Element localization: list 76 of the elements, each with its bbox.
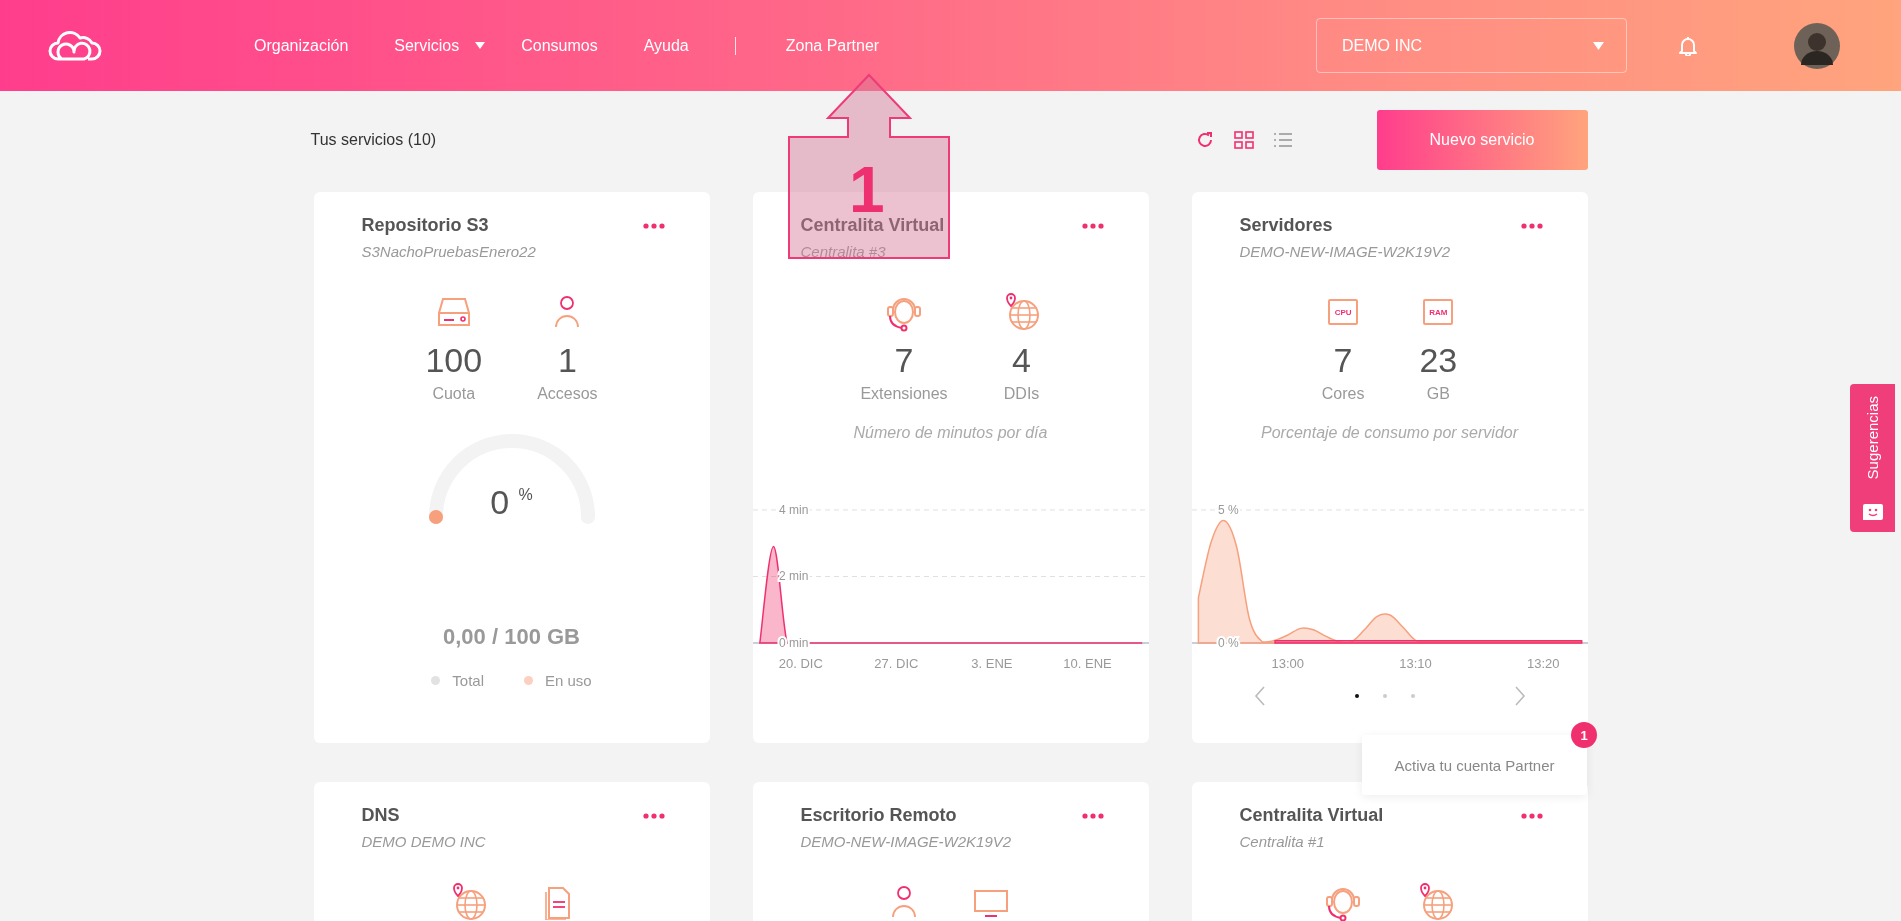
axis-label: 20. DIC <box>778 656 823 671</box>
stat-label: Extensiones <box>860 384 948 404</box>
user-icon <box>554 295 581 329</box>
card-title: DNS <box>361 804 401 826</box>
axis-label: 13:00 <box>1271 656 1304 671</box>
card-subtitle: DEMO DEMO INC <box>361 832 486 852</box>
legend-label: Total <box>452 672 484 689</box>
stat-value: 1 <box>557 340 577 380</box>
stat-label: Cores <box>1321 384 1365 404</box>
user-icon <box>891 885 917 919</box>
more-options-icon[interactable] <box>1081 813 1104 819</box>
stat-value: 100 <box>425 340 483 380</box>
chat-icon <box>1861 502 1884 522</box>
stat-label: DDIs <box>1003 384 1040 404</box>
chart-caption: Número de minutos por día <box>852 424 1049 442</box>
chevron-left-icon[interactable] <box>1253 686 1266 706</box>
usage-text: 0,00 / 100 GB <box>442 624 581 650</box>
chevron-right-icon[interactable] <box>1513 686 1526 706</box>
pager-dot[interactable] <box>1382 694 1387 698</box>
pager-dot[interactable] <box>1410 694 1415 698</box>
bell-icon[interactable] <box>1679 35 1697 56</box>
gauge-reading: 0 $^{%}$ <box>490 483 533 522</box>
stat-value: 7 <box>1333 340 1353 380</box>
nav-link[interactable]: Servicios <box>394 36 460 55</box>
card-title: Centralita Virtual <box>1239 804 1384 826</box>
stat-value: 7 <box>894 340 914 380</box>
stat-label: Accesos <box>537 384 598 404</box>
caret-icon <box>1593 41 1604 50</box>
card-title: Escritorio Remoto <box>800 804 958 826</box>
suggestions-label: Sugerencias <box>1864 396 1881 480</box>
avatar[interactable] <box>1794 22 1840 69</box>
card-title: Servidores <box>1239 214 1334 236</box>
chip-label: RAM <box>1429 307 1448 317</box>
pager-dot[interactable] <box>1354 694 1359 698</box>
chip-label: CPU <box>1334 307 1352 317</box>
more-options-icon[interactable] <box>1520 223 1543 229</box>
more-options-icon[interactable] <box>1081 223 1104 229</box>
caret-icon[interactable] <box>475 42 486 49</box>
more-options-icon[interactable] <box>642 223 665 229</box>
nav-link[interactable]: Zona Partner <box>785 36 880 55</box>
more-options-icon[interactable] <box>1520 813 1543 819</box>
card-subtitle: S3NachoPruebasEnero22 <box>361 242 536 262</box>
axis-label: 10. ENE <box>1062 656 1112 671</box>
axis-label: 5 % <box>1217 502 1239 517</box>
card-subtitle: DEMO-NEW-IMAGE-W2K19V2 <box>1239 242 1451 262</box>
tooltip-text: Activa tu cuenta Partner <box>1394 756 1555 774</box>
axis-label: 4 min <box>778 502 808 517</box>
stat-value: 4 <box>1012 340 1032 380</box>
suggestions-tab[interactable]: Sugerencias <box>1850 384 1895 532</box>
card-subtitle: Centralita #3 <box>800 242 887 262</box>
axis-label: 3. ENE <box>970 656 1013 671</box>
stat-label: GB <box>1426 384 1450 404</box>
axis-label: 13:20 <box>1526 656 1560 671</box>
new-service-button[interactable]: Nuevo servicio <box>1376 110 1588 170</box>
organization-select[interactable]: DEMO INC <box>1316 18 1627 73</box>
card-subtitle: DEMO-NEW-IMAGE-W2K19V2 <box>800 832 1012 852</box>
nav-link[interactable]: Organización <box>254 36 349 55</box>
list-view-icon[interactable] <box>1273 132 1292 148</box>
nav-link[interactable]: Ayuda <box>643 36 689 55</box>
chart-caption: Porcentaje de consumo por servidor <box>1260 424 1520 442</box>
refresh-icon[interactable] <box>1195 131 1214 149</box>
notification-badge: 1 <box>1571 722 1597 748</box>
card-title: Repositorio S3 <box>361 214 490 236</box>
axis-label: 13:10 <box>1398 656 1432 671</box>
stat-value: 23 <box>1419 340 1458 380</box>
legend-label: En uso <box>545 672 592 689</box>
document-icon <box>543 884 573 920</box>
grid-view-icon[interactable] <box>1233 131 1254 149</box>
card-subtitle: Centralita #1 <box>1239 832 1326 852</box>
hard-drive-icon <box>436 297 471 327</box>
nav-link[interactable]: Consumos <box>521 36 598 55</box>
axis-label: 27. DIC <box>873 656 918 671</box>
cloud-logo-icon[interactable] <box>48 29 102 62</box>
stat-label: Cuota <box>432 384 476 404</box>
more-options-icon[interactable] <box>642 813 665 819</box>
section-title: Tus servicios (10) <box>310 131 437 149</box>
